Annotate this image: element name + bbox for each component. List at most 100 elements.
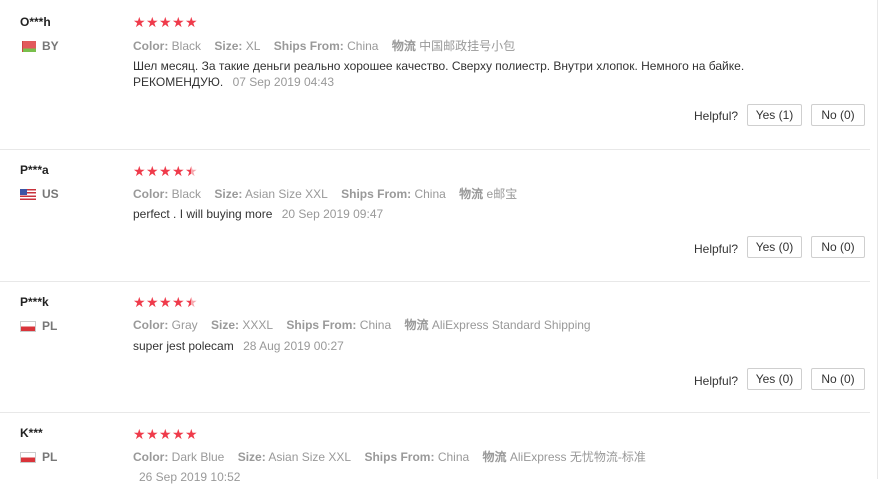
order-details: Color: Dark Blue Size: Asian Size XXL Sh…: [133, 448, 656, 465]
helpful-yes-button[interactable]: Yes (0): [747, 368, 802, 390]
size-label: Size:: [211, 318, 240, 332]
poland-flag-icon: [20, 451, 36, 463]
half-star-icon: ★: [185, 163, 198, 179]
star-rating: ★ ★ ★ ★ ★: [133, 426, 198, 442]
ships-from-label: Ships From:: [341, 187, 412, 201]
reviewer-country: BY: [20, 39, 59, 53]
star-icon: ★: [185, 14, 198, 30]
size-value: XXXL: [242, 318, 274, 332]
reviews-panel: O***h BY ★ ★ ★ ★ ★ Color: Black Size: XL…: [0, 0, 878, 484]
ships-from-value: China: [347, 39, 379, 53]
color-value: Dark Blue: [171, 450, 225, 464]
star-icon: ★: [133, 163, 146, 179]
reviewer-name: O***h: [20, 15, 51, 29]
star-icon: ★: [185, 426, 198, 442]
color-value: Gray: [171, 318, 198, 332]
ships-from-label: Ships From:: [364, 450, 435, 464]
logistics-value: e邮宝: [486, 187, 518, 201]
star-icon: ★: [146, 163, 159, 179]
country-code: PL: [42, 450, 58, 464]
star-rating: ★ ★ ★ ★ ★: [133, 163, 198, 179]
helpful-no-button[interactable]: No (0): [811, 104, 865, 126]
size-label: Size:: [214, 39, 243, 53]
star-icon: ★: [146, 426, 159, 442]
review-date: 20 Sep 2019 09:47: [281, 207, 384, 221]
star-icon: ★: [133, 426, 146, 442]
review-date: 26 Sep 2019 10:52: [139, 470, 241, 484]
review-text: Шел месяц. За такие деньги реально хорош…: [133, 58, 793, 90]
helpful-label: Helpful?: [694, 109, 739, 123]
review-text: perfect . I will buying more 20 Sep 2019…: [133, 206, 793, 222]
review-text-line: perfect . I will buying more: [133, 207, 273, 221]
helpful-yes-button[interactable]: Yes (1): [747, 104, 802, 126]
review-item: P***k PL ★ ★ ★ ★ ★ Color: Gray Size: XXX…: [0, 281, 870, 413]
logistics-value: 中国邮政挂号小包: [419, 39, 516, 53]
reviewer-name: K***: [20, 426, 43, 440]
logistics-label: 物流: [482, 450, 507, 464]
size-value: Asian Size XXL: [245, 187, 328, 201]
star-icon: ★: [133, 294, 146, 310]
logistics-value: AliExpress Standard Shipping: [431, 318, 591, 332]
helpful-no-button[interactable]: No (0): [811, 236, 865, 258]
country-code: US: [42, 187, 59, 201]
review-text-line: РЕКОМЕНДУЮ.: [133, 75, 224, 89]
ships-from-value: China: [414, 187, 446, 201]
logistics-value: AliExpress 无忧物流-标准: [509, 450, 646, 464]
order-details: Color: Gray Size: XXXL Ships From: China…: [133, 316, 601, 333]
star-icon: ★: [159, 426, 172, 442]
star-rating: ★ ★ ★ ★ ★: [133, 14, 198, 30]
color-label: Color:: [133, 450, 169, 464]
helpful-yes-button[interactable]: Yes (0): [747, 236, 802, 258]
logistics-label: 物流: [404, 318, 429, 332]
star-icon: ★: [146, 14, 159, 30]
star-icon: ★: [172, 426, 185, 442]
color-value: Black: [171, 39, 202, 53]
order-details: Color: Black Size: Asian Size XXL Ships …: [133, 185, 527, 202]
star-icon: ★: [146, 294, 159, 310]
star-icon: ★: [159, 294, 172, 310]
star-rating: ★ ★ ★ ★ ★: [133, 294, 198, 310]
half-star-icon: ★: [185, 294, 198, 310]
star-icon: ★: [172, 14, 185, 30]
country-code: BY: [42, 39, 59, 53]
logistics-label: 物流: [391, 39, 416, 53]
reviewer-country: PL: [20, 450, 57, 464]
size-label: Size:: [237, 450, 266, 464]
reviewer-name: P***a: [20, 163, 49, 177]
poland-flag-icon: [20, 320, 36, 332]
belarus-flag-icon: [20, 40, 36, 52]
review-item: K*** PL ★ ★ ★ ★ ★ Color: Dark Blue Size:…: [0, 412, 870, 492]
ships-from-value: China: [437, 450, 470, 464]
size-label: Size:: [214, 187, 243, 201]
star-icon: ★: [172, 294, 185, 310]
helpful-label: Helpful?: [694, 374, 739, 388]
review-date: 07 Sep 2019 04:43: [232, 75, 334, 89]
star-icon: ★: [159, 14, 172, 30]
ships-from-label: Ships From:: [286, 318, 357, 332]
reviewer-country: US: [20, 187, 59, 201]
star-icon: ★: [133, 14, 146, 30]
ships-from-value: China: [359, 318, 392, 332]
review-item: O***h BY ★ ★ ★ ★ ★ Color: Black Size: XL…: [0, 0, 870, 150]
helpful-label: Helpful?: [694, 242, 739, 256]
color-label: Color:: [133, 39, 169, 53]
review-text-line: super jest polecam: [133, 339, 234, 353]
logistics-label: 物流: [459, 187, 484, 201]
review-item: P***a US ★ ★ ★ ★ ★ Color: Black Size: As…: [0, 149, 870, 282]
review-text: super jest polecam 28 Aug 2019 00:27: [133, 338, 793, 354]
ships-from-label: Ships From:: [273, 39, 344, 53]
review-text: 26 Sep 2019 10:52: [133, 469, 793, 485]
star-icon: ★: [172, 163, 185, 179]
reviewer-name: P***k: [20, 295, 49, 309]
country-code: PL: [42, 319, 58, 333]
review-text-line: Шел месяц. За такие деньги реально хорош…: [133, 59, 745, 73]
size-value: Asian Size XXL: [268, 450, 352, 464]
review-date: 28 Aug 2019 00:27: [243, 339, 344, 353]
color-label: Color:: [133, 318, 169, 332]
size-value: XL: [245, 39, 261, 53]
order-details: Color: Black Size: XL Ships From: China …: [133, 37, 525, 54]
star-icon: ★: [159, 163, 172, 179]
helpful-no-button[interactable]: No (0): [811, 368, 865, 390]
reviewer-country: PL: [20, 319, 57, 333]
usa-flag-icon: [20, 188, 36, 200]
